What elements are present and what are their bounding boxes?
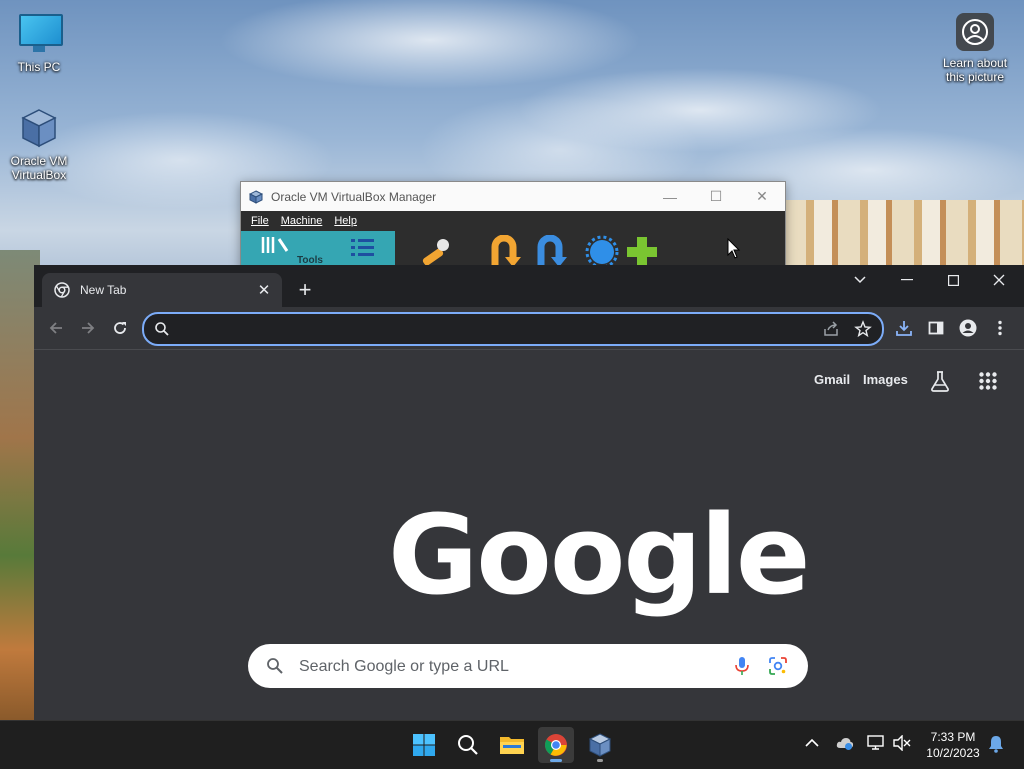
tab-strip: New Tab ✕ + xyxy=(34,265,1024,307)
computer-icon xyxy=(17,12,63,56)
google-search-box[interactable]: Search Google or type a URL xyxy=(248,644,808,688)
tab-new-tab[interactable]: New Tab ✕ xyxy=(42,273,282,307)
gmail-link[interactable]: Gmail xyxy=(814,372,850,387)
running-indicator xyxy=(597,759,603,762)
desktop-icon-this-pc[interactable]: This PC xyxy=(0,12,78,74)
google-lens-icon[interactable] xyxy=(769,657,787,675)
desktop-icon-label: This PC xyxy=(17,60,61,74)
volume-muted-icon[interactable] xyxy=(893,735,911,751)
chrome-toolbar xyxy=(34,307,1024,350)
menu-file[interactable]: File xyxy=(251,215,269,227)
clock-time: 7:33 PM xyxy=(930,730,976,744)
chrome-taskbar-button[interactable] xyxy=(538,727,574,763)
taskbar-search-button[interactable] xyxy=(450,727,486,763)
file-explorer-button[interactable] xyxy=(494,727,530,763)
virtualbox-icon xyxy=(588,733,612,757)
maximize-button[interactable] xyxy=(930,265,976,295)
search-icon xyxy=(458,735,478,755)
forward-arrow-icon xyxy=(82,322,95,334)
apps-grid-icon[interactable] xyxy=(979,372,997,390)
desktop-icon-label: Oracle VM VirtualBox xyxy=(10,154,68,182)
virtualbox-menubar: File Machine Help xyxy=(241,211,785,231)
onedrive-cloud-icon[interactable] xyxy=(836,735,854,751)
labs-flask-icon[interactable] xyxy=(930,370,950,392)
notification-bell-icon[interactable] xyxy=(988,735,1004,753)
google-logo: Google xyxy=(388,491,810,619)
close-button[interactable]: ✕ xyxy=(739,182,785,211)
share-icon[interactable] xyxy=(822,320,840,338)
new-tab-button[interactable]: + xyxy=(292,277,318,303)
images-link[interactable]: Images xyxy=(863,372,908,387)
taskbar: 7:33 PM 10/2/2023 xyxy=(0,720,1024,769)
start-button[interactable] xyxy=(406,727,442,763)
search-icon xyxy=(155,322,169,336)
download-icon xyxy=(896,321,912,336)
network-icon[interactable] xyxy=(867,735,885,751)
desktop-icon-virtualbox[interactable]: Oracle VM VirtualBox xyxy=(0,106,78,182)
virtualbox-window[interactable]: Oracle VM VirtualBox Manager — ☐ ✕ File … xyxy=(240,181,786,273)
active-indicator xyxy=(550,759,562,762)
menu-machine[interactable]: Machine xyxy=(281,215,323,227)
system-clock[interactable]: 7:33 PM 10/2/2023 xyxy=(920,729,986,761)
chrome-favicon-icon xyxy=(54,282,70,298)
chrome-window[interactable]: New Tab ✕ + Gmail Images Google Search G… xyxy=(34,265,1024,720)
bookmark-star-icon[interactable] xyxy=(854,320,872,338)
profile-button[interactable] xyxy=(955,316,981,340)
search-placeholder: Search Google or type a URL xyxy=(299,658,509,675)
address-bar[interactable] xyxy=(142,312,884,346)
profile-avatar-icon xyxy=(959,319,977,337)
new-machine-star-icon[interactable] xyxy=(585,235,619,269)
virtualbox-taskbar-button[interactable] xyxy=(582,727,618,763)
minimize-button[interactable] xyxy=(884,265,930,295)
spotlight-icon xyxy=(955,12,995,52)
maximize-button[interactable]: ☐ xyxy=(693,182,739,211)
reload-button[interactable] xyxy=(107,316,133,340)
back-arrow-icon xyxy=(49,322,62,334)
side-panel-button[interactable] xyxy=(923,316,949,340)
virtualbox-title: Oracle VM VirtualBox Manager xyxy=(271,189,437,204)
clock-date: 10/2/2023 xyxy=(926,746,980,760)
virtualbox-cube-icon xyxy=(17,106,61,150)
mouse-cursor-icon xyxy=(727,238,741,259)
start-arrow-icon[interactable] xyxy=(533,235,567,269)
new-tab-page: Gmail Images Google Search Google or typ… xyxy=(34,350,1024,720)
side-panel-icon xyxy=(928,321,944,335)
downloads-button[interactable] xyxy=(891,316,917,340)
tab-title: New Tab xyxy=(80,283,127,297)
show-hidden-icons-chevron-icon[interactable] xyxy=(805,738,819,748)
forward-button[interactable] xyxy=(75,316,101,340)
close-tab-icon[interactable]: ✕ xyxy=(254,280,274,300)
tools-icon xyxy=(261,237,289,253)
back-button[interactable] xyxy=(43,316,69,340)
add-plus-icon[interactable] xyxy=(625,235,659,269)
minimize-button[interactable]: — xyxy=(647,182,693,211)
kebab-menu-icon xyxy=(998,320,1002,336)
address-input[interactable] xyxy=(178,318,782,342)
virtualbox-titlebar[interactable]: Oracle VM VirtualBox Manager — ☐ ✕ xyxy=(241,182,785,211)
spotlight-label: Learn about this picture xyxy=(942,56,1008,84)
virtualbox-logo-icon xyxy=(249,189,263,204)
menu-help[interactable]: Help xyxy=(334,215,357,227)
chrome-icon xyxy=(545,734,567,756)
tab-search-chevron-icon[interactable] xyxy=(837,265,883,295)
reload-icon xyxy=(114,322,126,334)
list-icon[interactable] xyxy=(351,237,375,257)
close-window-button[interactable] xyxy=(976,265,1022,295)
search-icon xyxy=(267,658,283,674)
learn-about-picture[interactable]: Learn about this picture xyxy=(936,12,1014,84)
chrome-menu-button[interactable] xyxy=(987,316,1013,340)
discard-arrow-icon[interactable] xyxy=(487,235,521,269)
file-explorer-icon xyxy=(500,737,524,754)
settings-wrench-icon[interactable] xyxy=(419,235,453,269)
voice-search-mic-icon[interactable] xyxy=(734,656,750,676)
start-icon xyxy=(413,734,435,756)
wallpaper-town xyxy=(784,200,1024,270)
